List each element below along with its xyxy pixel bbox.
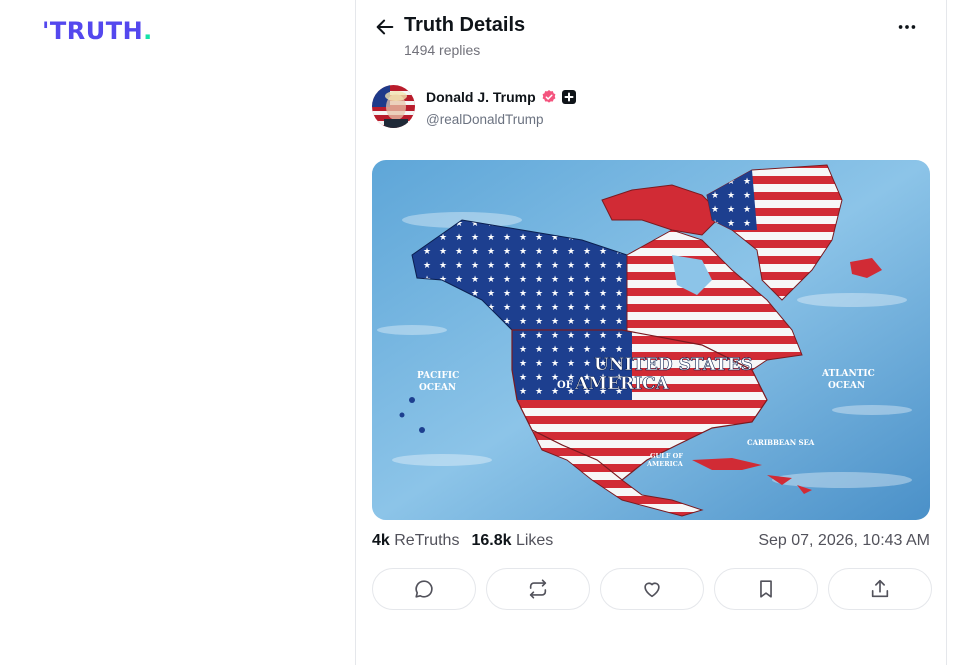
retruths-label: ReTruths: [394, 532, 460, 549]
map-headline-line2: AMERICA: [574, 374, 670, 394]
share-icon: [871, 579, 889, 598]
retruth-button[interactable]: [486, 568, 590, 610]
verified-badge-icon: [542, 90, 556, 103]
bookmark-icon: [760, 580, 772, 598]
logo-dot: .: [143, 17, 153, 45]
post-actions: [372, 568, 932, 610]
logo-mark: ': [42, 17, 50, 45]
page-header: Truth Details 1494 replies: [356, 0, 946, 60]
retruths-count: 4k: [372, 532, 390, 549]
more-options-icon[interactable]: [896, 16, 918, 38]
map-headline-line1: UNITED STATES: [594, 355, 753, 375]
share-button[interactable]: [828, 568, 932, 610]
like-button[interactable]: [600, 568, 704, 610]
likes-stat[interactable]: 16.8k Likes: [471, 532, 553, 550]
map-illustration: ★: [372, 160, 930, 520]
likes-label: Likes: [515, 532, 554, 549]
truth-plus-icon: [561, 90, 576, 104]
author-name-row: Donald J. Trump: [426, 89, 576, 105]
page-title: Truth Details: [404, 14, 526, 36]
reply-button[interactable]: [372, 568, 476, 610]
reply-icon: [415, 580, 433, 598]
post-image[interactable]: ★: [372, 160, 930, 520]
bookmark-button[interactable]: [714, 568, 818, 610]
post-timestamp: Sep 07, 2026, 10:43 AM: [758, 532, 930, 549]
map-label-caribbean: CARIBBEAN SEA: [747, 438, 815, 447]
back-arrow-icon[interactable]: [374, 16, 396, 38]
author-name[interactable]: Donald J. Trump: [426, 89, 536, 105]
map-label-atlantic-1: ATLANTIC: [821, 369, 875, 379]
reply-count: 1494 replies: [404, 42, 481, 58]
main-column: Truth Details 1494 replies Donald J. Tru…: [355, 0, 947, 665]
map-label-atlantic-2: OCEAN: [828, 381, 865, 391]
truth-logo[interactable]: 'TRUTH.: [42, 17, 153, 45]
retruths-stat[interactable]: 4k ReTruths: [372, 532, 459, 550]
logo-text: TRUTH: [49, 17, 144, 45]
map-label-gulf-2: AMERICA: [646, 460, 684, 468]
author-handle: @realDonaldTrump: [426, 112, 544, 127]
heart-icon: [644, 582, 660, 598]
map-headline-of: OF: [557, 380, 573, 391]
post-author: Donald J. Trump @realDonaldTrump: [372, 85, 932, 129]
likes-count: 16.8k: [471, 532, 512, 549]
retruth-icon: [529, 579, 547, 599]
map-label-gulf-1: GULF OF: [650, 452, 683, 460]
map-label-pacific-2: OCEAN: [419, 383, 456, 393]
avatar[interactable]: [372, 85, 415, 128]
post-stats: 4k ReTruths 16.8k Likes Sep 07, 2026, 10…: [372, 532, 932, 552]
map-label-pacific-1: PACIFIC: [417, 371, 459, 381]
